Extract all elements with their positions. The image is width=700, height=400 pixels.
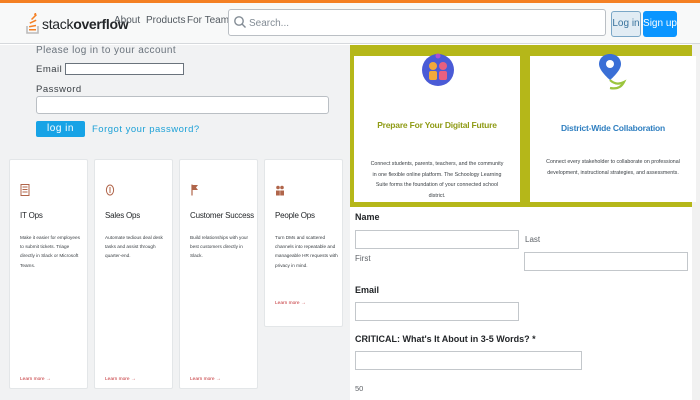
search-box[interactable] — [228, 9, 606, 36]
card-description: Make it easier for employees to submit t… — [20, 235, 80, 268]
stackoverflow-logo[interactable]: stackoverflow — [26, 11, 129, 37]
card-sales-ops[interactable]: Sales Ops Automate tedious deal desk tas… — [94, 159, 173, 389]
critical-input[interactable] — [355, 351, 582, 370]
feature-title: Prepare For Your Digital Future — [377, 120, 497, 130]
feature-description: Connect students, parents, teachers, and… — [370, 161, 504, 199]
search-icon — [234, 16, 246, 28]
feature-district-collaboration: District-Wide Collaboration Connect ever… — [530, 54, 696, 202]
card-customer-success[interactable]: Customer Success Build relationships wit… — [179, 159, 258, 389]
last-name-sublabel: Last — [525, 235, 541, 244]
feature-description: Connect every stakeholder to collaborate… — [546, 159, 680, 176]
stack-logo-icon — [26, 13, 39, 34]
map-pin-icon — [599, 54, 627, 90]
people-circle-icon — [422, 53, 454, 86]
feature-title: District-Wide Collaboration — [560, 123, 666, 133]
login-button[interactable]: Log in — [611, 11, 641, 37]
contact-form: Name First Last Email CRITICAL: What's I… — [350, 207, 692, 400]
nav-about[interactable]: About — [114, 15, 140, 26]
critical-label: CRITICAL: What's It About in 3-5 Words? … — [355, 334, 536, 344]
learn-more-link[interactable]: Learn more → — [275, 301, 306, 306]
card-title: People Ops — [275, 211, 315, 220]
card-it-ops[interactable]: IT Ops Make it easier for employees to s… — [9, 159, 88, 389]
first-name-sublabel: First — [355, 254, 371, 263]
flag-icon — [191, 184, 198, 196]
login-password-label: Password — [36, 84, 82, 95]
email-label: Email — [355, 285, 380, 295]
nav-products[interactable]: Products — [146, 15, 185, 26]
card-description: Build relationships with your best custo… — [190, 235, 249, 259]
feature-banner: Prepare For Your Digital Future Connect … — [350, 45, 696, 207]
coin-icon — [105, 184, 115, 196]
email-input[interactable] — [355, 302, 519, 321]
learn-more-link[interactable]: Learn more → — [105, 377, 136, 382]
feature-digital-future: Prepare For Your Digital Future Connect … — [354, 53, 520, 202]
signup-button[interactable]: Sign up — [643, 11, 677, 37]
card-title: Customer Success — [190, 211, 254, 220]
login-email-label: Email — [36, 64, 63, 75]
character-counter: 50 — [355, 384, 364, 393]
card-people-ops[interactable]: People Ops Turn DMs and scattered channe… — [264, 159, 343, 327]
forgot-password-link[interactable]: Forgot your password? — [92, 124, 200, 135]
card-title: IT Ops — [20, 211, 43, 220]
use-case-cards: IT Ops Make it easier for employees to s… — [0, 145, 350, 400]
people-icon — [276, 185, 284, 196]
login-panel: Please log in to your account Email Pass… — [0, 45, 350, 145]
card-description: Automate tedious deal desk tasks and ass… — [105, 235, 163, 259]
last-name-input[interactable] — [524, 252, 688, 271]
learn-more-link[interactable]: Learn more → — [20, 377, 51, 382]
login-password-field[interactable] — [36, 96, 329, 114]
name-label: Name — [355, 212, 380, 222]
login-submit-button[interactable]: log in — [36, 121, 85, 137]
card-title: Sales Ops — [105, 211, 141, 220]
top-navigation-bar: stackoverflow About Products For Teams L… — [0, 0, 700, 44]
document-icon — [20, 184, 30, 196]
card-description: Turn DMs and scattered channels into rep… — [275, 235, 338, 268]
search-input[interactable] — [249, 14, 599, 32]
nav-for-teams[interactable]: For Teams — [187, 15, 234, 26]
login-email-field[interactable] — [65, 63, 184, 75]
learn-more-link[interactable]: Learn more → — [190, 377, 221, 382]
login-caption: Please log in to your account — [36, 45, 177, 56]
first-name-input[interactable] — [355, 230, 519, 249]
